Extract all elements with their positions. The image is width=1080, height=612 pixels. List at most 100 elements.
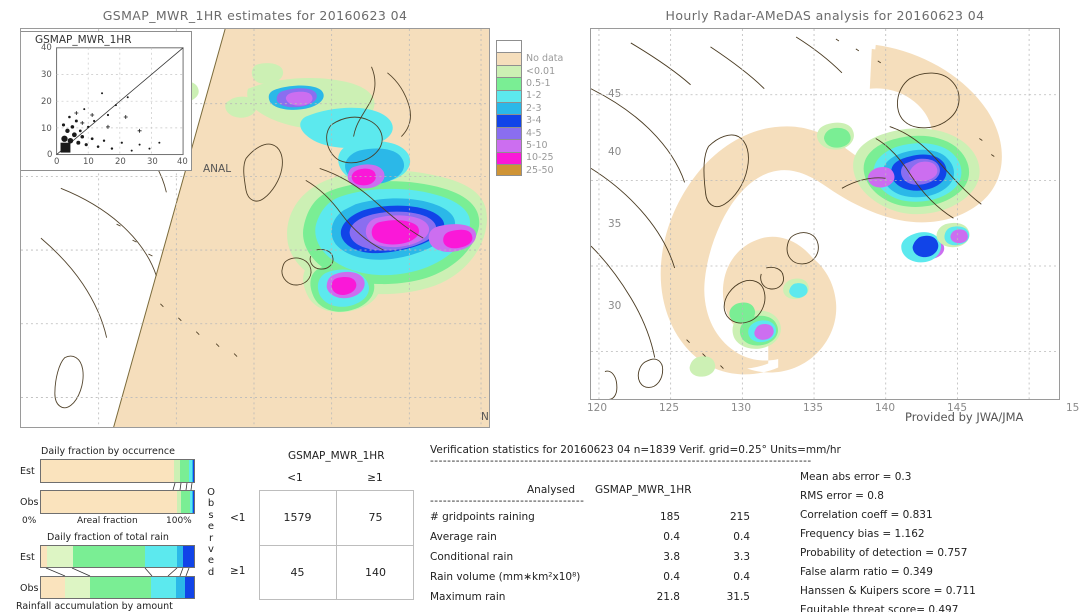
colorbar-swatch-6 — [496, 114, 522, 127]
stats-score-2: Correlation coeff = 0.831 — [800, 509, 933, 521]
contingency-col-header-ge1: ≥1 — [367, 472, 383, 484]
colorbar-label-9: 25-50 — [526, 164, 554, 176]
contingency-cell-false-alarm: 75 — [368, 511, 383, 524]
stats-score-5: False alarm ratio = 0.349 — [800, 566, 933, 578]
occurrence-bar-est[interactable] — [40, 459, 195, 483]
right-panel-title: Hourly Radar-AMeDAS analysis for 2016062… — [665, 8, 985, 23]
colorbar-label-6: 4-5 — [526, 127, 542, 139]
amount-chart-title: Daily fraction of total rain — [47, 532, 169, 543]
right-map-lon-tick-125: 125 — [659, 402, 680, 414]
colorbar-swatch-8 — [496, 139, 522, 152]
amount-obs-segment-0 — [41, 577, 66, 598]
occurrence-est-segment-2 — [179, 460, 190, 482]
stats-score-0: Mean abs error = 0.3 — [800, 471, 912, 483]
occurrence-row-label-obs: Obs — [20, 497, 39, 508]
contingency-title: GSMAP_MWR_1HR — [288, 450, 385, 462]
right-map-canvas — [591, 29, 1059, 399]
stats-row-label-3: Rain volume (mm∗km²x10⁸) — [430, 571, 581, 583]
stats-score-1: RMS error = 0.8 — [800, 490, 884, 502]
colorbar-swatch-5 — [496, 101, 522, 115]
stats-row-product-3: 0.4 — [733, 571, 750, 583]
occurrence-obs-segment-5 — [193, 491, 194, 513]
scatter-y-tick-0: 0 — [47, 150, 53, 160]
scatter-x-tick-20: 20 — [115, 157, 126, 167]
occurrence-chart-title: Daily fraction by occurrence — [41, 446, 175, 457]
stats-row-analysed-2: 3.8 — [663, 551, 680, 563]
amount-est-segment-5 — [183, 546, 194, 567]
colorbar-swatch-7 — [496, 126, 522, 140]
amount-est-segment-2 — [73, 546, 146, 567]
scatter-x-tick-40: 40 — [177, 157, 188, 167]
amount-connectors — [45, 568, 190, 576]
stats-row-product-0: 215 — [729, 511, 750, 523]
stats-row-product-2: 3.3 — [733, 551, 750, 563]
contingency-cell-hit-none: 1579 — [283, 511, 312, 524]
stats-row-label-2: Conditional rain — [430, 551, 514, 563]
scatter-x-tick-30: 30 — [147, 157, 158, 167]
colorbar-swatch-1 — [496, 52, 522, 65]
colorbar-label-0: No data — [526, 53, 564, 65]
colorbar-label-8: 10-25 — [526, 152, 554, 164]
contingency-observed-label: Observed — [207, 487, 215, 578]
contingency-row-header-lt1: <1 — [230, 512, 246, 524]
right-map-lon-tick-140: 140 — [875, 402, 896, 414]
scatter-anal-label: ANAL — [203, 163, 232, 175]
occurrence-axis-right: 100% — [166, 516, 192, 526]
stats-row-label-0: # gridpoints raining — [430, 511, 535, 523]
stats-score-3: Frequency bias = 1.162 — [800, 528, 925, 540]
right-map-lon-tick-15: 15 — [1066, 402, 1080, 414]
right-map[interactable] — [590, 28, 1060, 400]
amount-bar-obs[interactable] — [40, 576, 195, 599]
scatter-y-tick-10: 10 — [41, 124, 52, 134]
contingency-cell-miss: 45 — [290, 566, 305, 579]
occurrence-est-segment-0 — [41, 460, 175, 482]
colorbar-label-1: <0.01 — [526, 65, 556, 77]
occurrence-axis-center: Areal fraction — [77, 516, 138, 526]
stats-row-label-1: Average rain — [430, 531, 497, 543]
scatter-x-tick-0: 0 — [54, 157, 60, 167]
scatter-y-tick-20: 20 — [41, 97, 52, 107]
colorbar-label-4: 2-3 — [526, 102, 542, 114]
stats-divider-top: ----------------------------------------… — [430, 455, 812, 467]
occurrence-obs-segment-0 — [41, 491, 177, 513]
amount-chart-caption: Rainfall accumulation by amount — [16, 601, 173, 612]
colorbar-swatch-2 — [496, 64, 522, 78]
stats-row-analysed-1: 0.4 — [663, 531, 680, 543]
colorbar-swatch-3 — [496, 77, 522, 90]
stats-row-label-4: Maximum rain — [430, 591, 506, 603]
colorbar-label-5: 3-4 — [526, 115, 542, 127]
left-map[interactable]: GSMAP_MWR_1HR 40 30 20 10 0 0 10 20 30 4… — [20, 28, 490, 428]
colorbar-swatch-4 — [496, 89, 522, 102]
amount-obs-segment-5 — [184, 577, 194, 598]
colorbar-swatches — [496, 40, 522, 177]
occurrence-bar-obs[interactable] — [40, 490, 195, 514]
map-credit: Provided by JWA/JMA — [905, 410, 1024, 424]
right-map-lat-tick-40: 40 — [608, 146, 622, 158]
left-panel-title: GSMAP_MWR_1HR estimates for 20160623 04 — [102, 8, 408, 23]
right-map-lat-tick-30: 30 — [608, 300, 622, 312]
contingency-col-header-lt1: <1 — [287, 472, 303, 484]
amount-obs-segment-2 — [89, 577, 152, 598]
scatter-inset[interactable]: GSMAP_MWR_1HR 40 30 20 10 0 0 10 20 30 4… — [21, 31, 192, 171]
contingency-cell-hit: 140 — [365, 566, 386, 579]
scatter-y-tick-30: 30 — [41, 70, 52, 80]
amount-bar-est[interactable] — [40, 545, 195, 568]
right-map-lat-tick-45: 45 — [608, 88, 622, 100]
occurrence-row-label-est: Est — [20, 466, 35, 477]
amount-obs-segment-3 — [151, 577, 176, 598]
colorbar-label-7: 5-10 — [526, 140, 548, 151]
stats-row-analysed-0: 185 — [659, 511, 680, 523]
right-map-lat-tick-35: 35 — [608, 218, 622, 230]
amount-row-label-obs: Obs — [20, 583, 39, 594]
stats-score-6: Hanssen & Kuipers score = 0.711 — [800, 585, 976, 597]
right-map-lon-tick-130: 130 — [731, 402, 752, 414]
occurrence-axis-left: 0% — [22, 516, 37, 526]
stats-divider-sub: ------------------------------------ — [430, 495, 585, 507]
colorbar-label-2: 0.5-1 — [526, 78, 551, 89]
occurrence-obs-segment-2 — [181, 491, 190, 513]
stats-row-product-4: 31.5 — [726, 591, 750, 603]
contingency-row-header-ge1: ≥1 — [230, 565, 246, 577]
colorbar-swatch-9 — [496, 151, 522, 164]
stats-score-4: Probability of detection = 0.757 — [800, 547, 968, 559]
amount-row-label-est: Est — [20, 552, 35, 563]
